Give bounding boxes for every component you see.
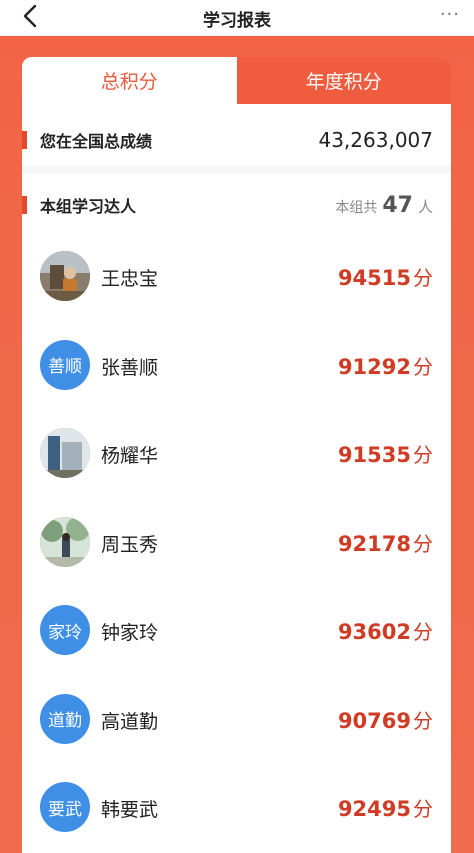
score-value: 91292 xyxy=(337,354,411,379)
member-score: 92178 分 xyxy=(338,528,433,557)
list-item[interactable]: 王忠宝 94515 分 xyxy=(22,240,451,329)
member-score: 90769 分 xyxy=(338,705,433,734)
section-marker xyxy=(22,131,27,149)
avatar xyxy=(40,428,90,478)
score-unit: 分 xyxy=(413,354,433,379)
section-divider xyxy=(22,165,451,173)
score-value: 92178 xyxy=(337,531,411,556)
group-count-prefix: 本组共 xyxy=(335,199,378,216)
member-name: 周玉秀 xyxy=(101,533,159,556)
list-item[interactable]: 要武 韩要武 92495 分 xyxy=(22,771,451,853)
score-unit: 分 xyxy=(413,266,433,290)
avatar: 善顺 xyxy=(40,339,90,390)
group-count-suffix: 人 xyxy=(417,197,433,216)
national-score-label: 您在全国总成绩 xyxy=(40,132,153,151)
tab-bar: 总积分 年度积分 xyxy=(22,57,451,104)
app: 学习报表 ··· 总积分 年度积分 您在全国总成绩 43,263,007 本组学… xyxy=(0,0,474,853)
list-item[interactable]: 善顺 张善顺 91292 分 xyxy=(22,329,451,418)
section-marker xyxy=(22,196,27,214)
score-value: 91535 xyxy=(337,443,411,467)
score-unit: 分 xyxy=(413,531,433,556)
score-unit: 分 xyxy=(413,620,433,644)
garden-photo-icon xyxy=(40,516,90,567)
score-value: 94515 xyxy=(337,266,411,290)
member-score: 93602 分 xyxy=(338,616,433,645)
score-unit: 分 xyxy=(413,708,433,733)
more-button[interactable]: ··· xyxy=(440,4,460,25)
group-count-number: 47 xyxy=(382,192,413,218)
group-title: 本组学习达人 xyxy=(40,197,137,216)
nav-bar: 学习报表 ··· xyxy=(0,0,474,36)
member-score: 91292 分 xyxy=(338,351,433,380)
tab-total-score[interactable]: 总积分 xyxy=(22,57,237,104)
list-item[interactable]: 道勤 高道勤 90769 分 xyxy=(22,683,451,772)
avatar: 道勤 xyxy=(40,693,90,744)
group-header-row: 本组学习达人 本组共 47 人 xyxy=(22,185,451,225)
list-item[interactable]: 杨耀华 91535 分 xyxy=(22,417,451,506)
member-score: 92495 分 xyxy=(338,793,433,822)
member-name: 高道勤 xyxy=(101,710,159,733)
avatar: 要武 xyxy=(40,782,90,832)
group-count: 本组共 47 人 xyxy=(335,193,433,218)
list-item[interactable]: 家玲 钟家玲 93602 分 xyxy=(22,594,451,683)
avatar: 家玲 xyxy=(40,605,90,655)
list-item[interactable]: 周玉秀 92178 分 xyxy=(22,506,451,595)
member-name: 韩要武 xyxy=(101,799,159,821)
member-name: 杨耀华 xyxy=(101,445,159,467)
national-score-value: 43,263,007 xyxy=(318,128,433,152)
national-score-row: 您在全国总成绩 43,263,007 xyxy=(22,117,451,163)
score-value: 90769 xyxy=(337,708,411,733)
avatar xyxy=(40,516,90,567)
back-button[interactable] xyxy=(18,2,42,30)
report-card: 总积分 年度积分 您在全国总成绩 43,263,007 本组学习达人 本组共 4… xyxy=(22,57,451,853)
score-value: 93602 xyxy=(337,620,411,644)
tab-annual-score[interactable]: 年度积分 xyxy=(236,57,451,104)
score-value: 92495 xyxy=(337,797,411,821)
portrait-photo-icon xyxy=(40,251,90,301)
score-unit: 分 xyxy=(413,443,433,467)
chevron-left-icon xyxy=(23,4,37,28)
score-unit: 分 xyxy=(413,797,433,821)
page-title: 学习报表 xyxy=(203,10,271,31)
member-name: 钟家玲 xyxy=(101,622,159,644)
avatar xyxy=(40,251,90,301)
member-name: 王忠宝 xyxy=(101,268,159,290)
member-list: 王忠宝 94515 分 善顺 张善顺 91292 分 杨耀华 91535 分 周… xyxy=(22,240,451,853)
member-name: 张善顺 xyxy=(101,356,159,379)
building-photo-icon xyxy=(40,428,90,478)
member-score: 94515 分 xyxy=(338,262,433,291)
member-score: 91535 分 xyxy=(338,439,433,468)
